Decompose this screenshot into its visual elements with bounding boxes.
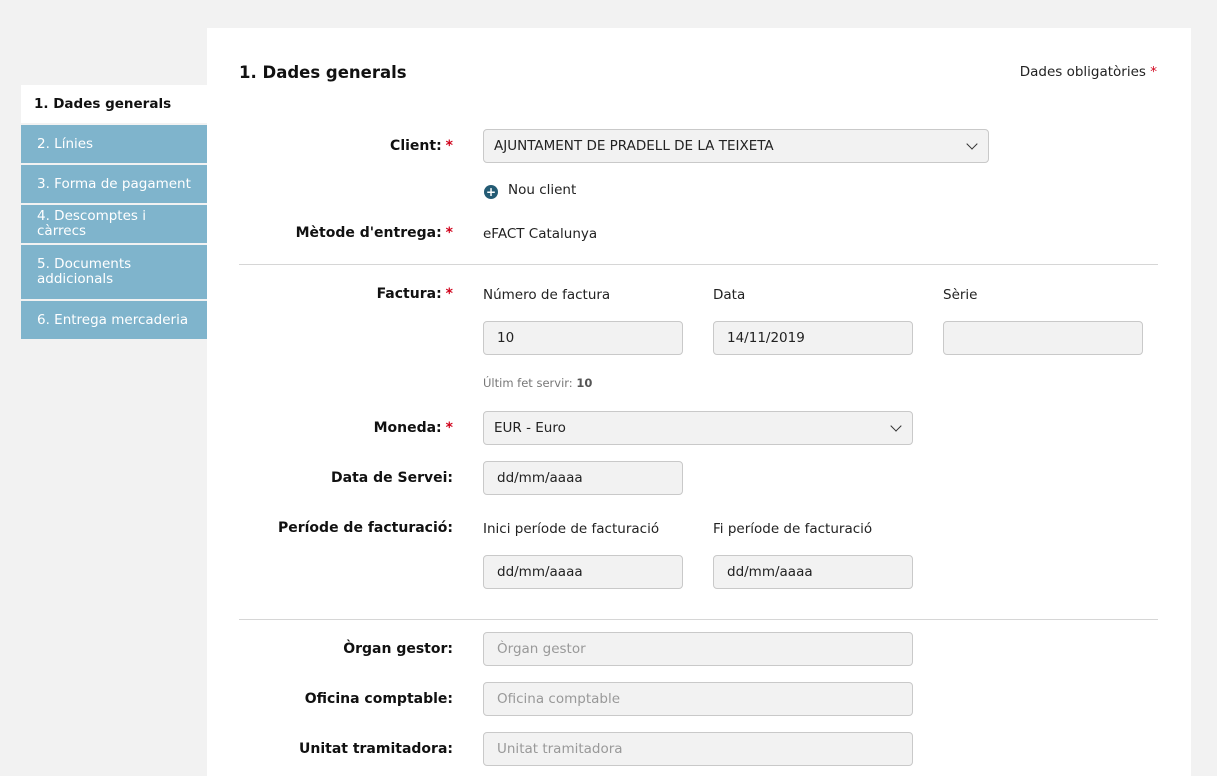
sidebar-item-entrega-mercaderia[interactable]: 6. Entrega mercaderia — [21, 301, 208, 339]
unitat-tramitadora-label: Unitat tramitadora: — [299, 741, 453, 757]
service-date-label: Data de Servei: — [331, 470, 453, 486]
new-client-label: Nou client — [508, 182, 577, 198]
invoice-number-label: Número de factura — [483, 287, 611, 303]
unitat-tramitadora-input[interactable]: Unitat tramitadora — [483, 732, 913, 766]
last-used-value: 10 — [576, 376, 593, 390]
required-marker: * — [445, 225, 453, 241]
sidebar-item-label: 3. Forma de pagament — [37, 175, 191, 192]
currency-label: Moneda: * — [193, 420, 453, 436]
sidebar-item-linies[interactable]: 2. Línies — [21, 125, 208, 163]
invoice-series-input[interactable] — [943, 321, 1143, 355]
currency-label-text: Moneda: — [373, 420, 442, 436]
currency-select[interactable]: EUR - Euro — [483, 411, 913, 445]
billing-period-label: Període de facturació: — [277, 520, 453, 536]
sidebar-item-descomptes[interactable]: 4. Descomptes i càrrecs — [21, 205, 208, 243]
divider — [239, 264, 1158, 265]
delivery-label: Mètode d'entrega: * — [193, 225, 453, 241]
sidebar-item-label: 6. Entrega mercaderia — [37, 311, 189, 328]
client-label-text: Client: — [390, 138, 442, 154]
last-used-hint: Últim fet servir: 10 — [483, 376, 592, 390]
sidebar-item-documents-addicionals[interactable]: 5. Documents addicionals — [21, 245, 208, 299]
delivery-label-text: Mètode d'entrega: — [295, 225, 442, 241]
billing-start-input[interactable]: dd/mm/aaaa — [483, 555, 683, 589]
sidebar-nav: 1. Dades generals 2. Línies 3. Forma de … — [21, 85, 208, 341]
client-label: Client: * — [193, 138, 453, 154]
sidebar-item-label: 4. Descomptes i càrrecs — [37, 208, 146, 239]
chevron-down-icon — [890, 420, 902, 432]
client-select-value: AJUNTAMENT DE PRADELL DE LA TEIXETA — [494, 138, 774, 154]
client-select[interactable]: AJUNTAMENT DE PRADELL DE LA TEIXETA — [483, 129, 989, 163]
billing-end-input[interactable]: dd/mm/aaaa — [713, 555, 913, 589]
oficina-comptable-input[interactable]: Oficina comptable — [483, 682, 913, 716]
required-marker: * — [445, 138, 453, 154]
mandatory-note-text: Dades obligatòries — [1019, 64, 1146, 80]
required-marker: * — [1150, 64, 1157, 80]
service-date-input[interactable]: dd/mm/aaaa — [483, 461, 683, 495]
billing-start-label: Inici període de facturació — [483, 521, 660, 537]
sidebar-item-label: 2. Línies — [37, 135, 94, 152]
invoice-date-label: Data — [713, 287, 746, 303]
organ-gestor-input[interactable]: Òrgan gestor — [483, 632, 913, 666]
last-used-label: Últim fet servir: — [483, 376, 573, 390]
organ-gestor-label: Òrgan gestor: — [343, 641, 453, 657]
sidebar-item-dades-generals[interactable]: 1. Dades generals — [21, 85, 208, 123]
required-marker: * — [445, 420, 453, 436]
invoice-series-label: Sèrie — [943, 287, 978, 303]
divider — [239, 619, 1158, 620]
new-client-link[interactable]: + Nou client — [484, 182, 576, 199]
sidebar-item-label: 5. Documents addicionals — [37, 256, 132, 287]
billing-end-label: Fi període de facturació — [713, 521, 873, 537]
invoice-label-text: Factura: — [376, 286, 442, 302]
plus-circle-icon: + — [484, 185, 498, 199]
required-marker: * — [445, 286, 453, 302]
invoice-label: Factura: * — [193, 286, 453, 302]
currency-select-value: EUR - Euro — [494, 420, 566, 436]
invoice-number-input[interactable]: 10 — [483, 321, 683, 355]
oficina-comptable-label: Oficina comptable: — [304, 691, 453, 707]
invoice-date-input[interactable]: 14/11/2019 — [713, 321, 913, 355]
section-title: 1. Dades generals — [239, 63, 407, 82]
sidebar-item-forma-pagament[interactable]: 3. Forma de pagament — [21, 165, 208, 203]
delivery-value: eFACT Catalunya — [483, 226, 598, 242]
mandatory-note: Dades obligatòries * — [1020, 64, 1157, 80]
chevron-down-icon — [966, 138, 978, 150]
sidebar-item-label: 1. Dades generals — [34, 95, 172, 112]
